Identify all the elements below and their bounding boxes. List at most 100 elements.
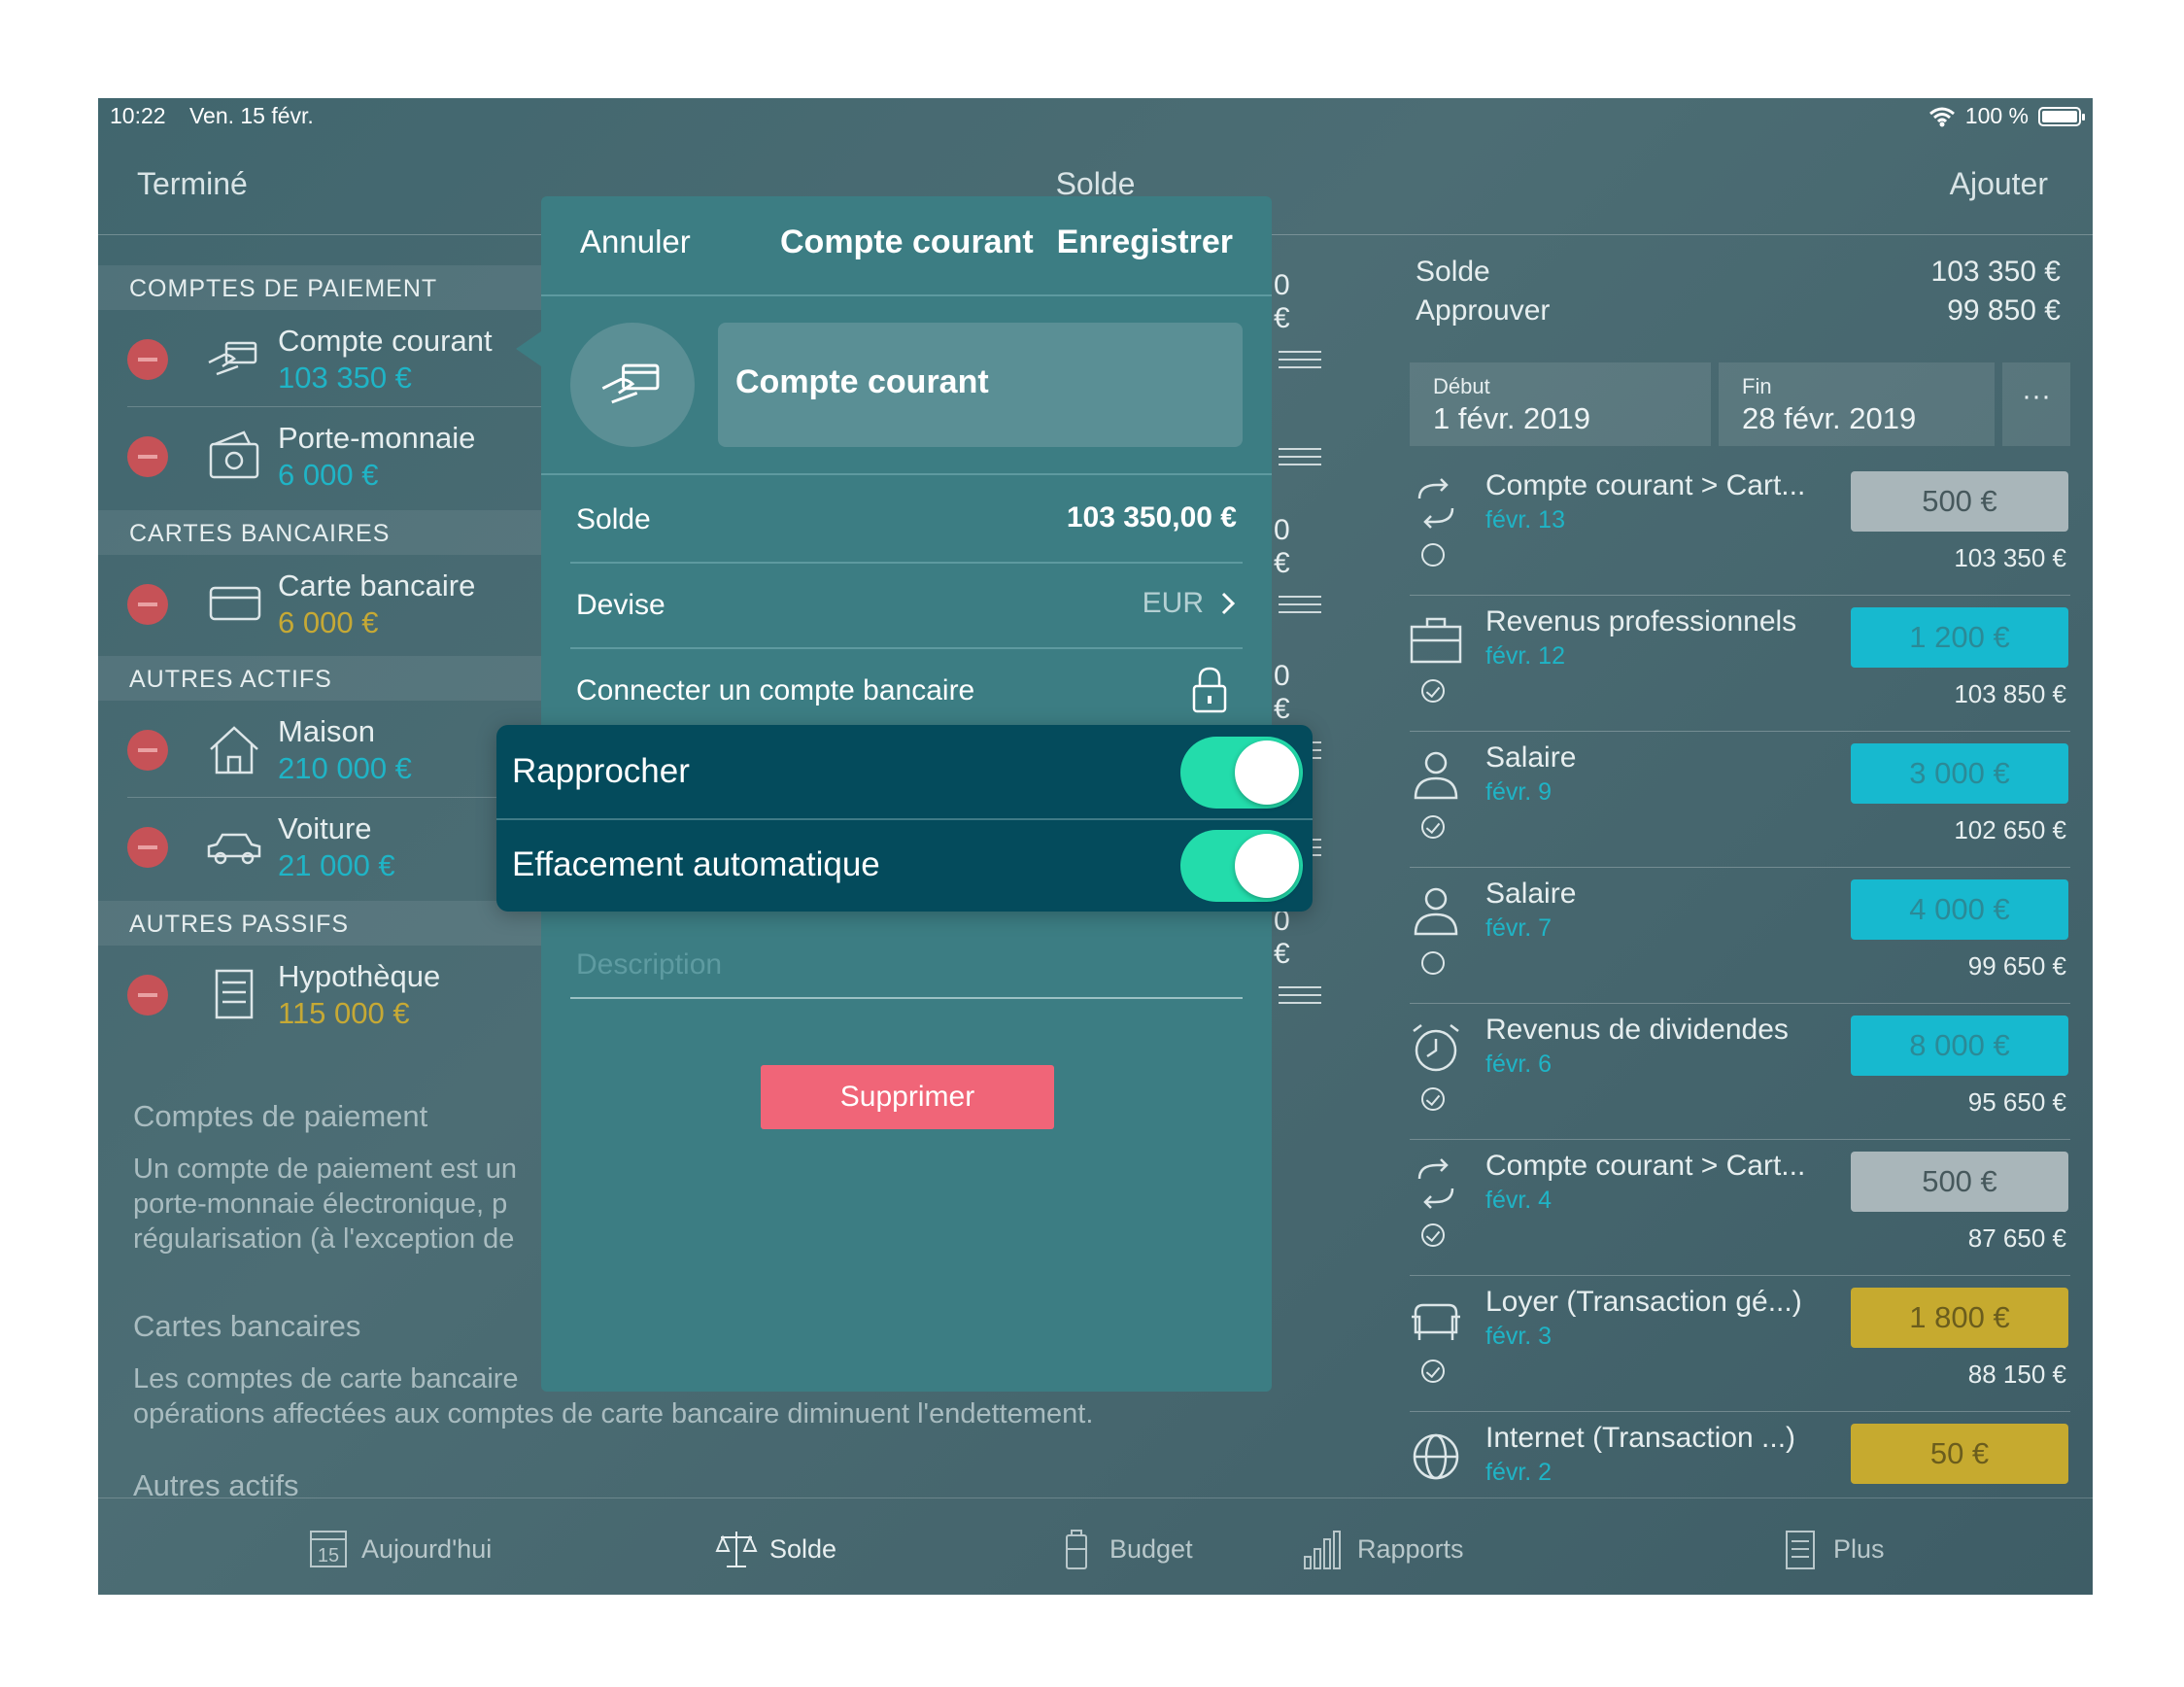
cancel-button[interactable]: Annuler	[580, 224, 691, 260]
transaction-row[interactable]: Revenus professionnels févr. 12 1 200 € 103…	[1410, 596, 2070, 732]
delete-account-button[interactable]	[127, 339, 168, 380]
solde-row[interactable]: Solde 103 350,00 €	[570, 476, 1243, 564]
reconcile-toggle[interactable]	[1180, 737, 1303, 809]
add-button[interactable]: Ajouter	[1950, 166, 2048, 202]
delete-account-button[interactable]	[127, 584, 168, 625]
section-total: 0 €	[1274, 660, 1290, 725]
account-name: Hypothèque	[278, 959, 441, 993]
approve-checkbox[interactable]	[1421, 951, 1445, 975]
running-balance: 99 650 €	[1967, 951, 2066, 981]
account-name-input[interactable]: Compte courant	[718, 323, 1243, 447]
approve-checkbox[interactable]	[1421, 679, 1445, 703]
transaction-row[interactable]: Revenus de dividendes févr. 6 8 000 € 95 65…	[1410, 1004, 2070, 1140]
transaction-name: Salaire	[1485, 878, 1577, 910]
delete-account-button[interactable]	[127, 827, 168, 868]
transaction-name: Revenus de dividendes	[1485, 1014, 1789, 1046]
battery-jar-icon	[1066, 1530, 1087, 1569]
transaction-date: févr. 12	[1485, 642, 1565, 670]
section-total: 0 €	[1274, 269, 1290, 334]
end-date-button[interactable]: Fin 28 févr. 2019	[1719, 362, 1995, 446]
status-bar: 10:22 Ven. 15 févr. 100 %	[98, 98, 2093, 143]
credit-card-icon	[209, 586, 261, 621]
delete-account-button[interactable]	[127, 975, 168, 1016]
tab-budget[interactable]: Budget	[1055, 1528, 1193, 1570]
account-name: Carte bancaire	[278, 568, 476, 602]
connect-bank-label: Connecter un compte bancaire	[576, 674, 975, 706]
devise-row[interactable]: Devise EUR	[570, 562, 1243, 649]
house-icon	[210, 726, 258, 775]
status-date: Ven. 15 févr.	[188, 103, 314, 128]
approve-checkbox[interactable]	[1421, 815, 1445, 839]
transaction-amount: 3 000 €	[1851, 743, 2068, 804]
approve-checkbox[interactable]	[1421, 1223, 1445, 1247]
summary-label: Approuver	[1416, 294, 1551, 327]
transaction-name: Loyer (Transaction gé...)	[1485, 1286, 1802, 1318]
wallet-icon	[209, 430, 259, 479]
account-amount: 6 000 €	[278, 458, 379, 492]
transaction-row[interactable]: Salaire févr. 9 3 000 € 102 650 €	[1410, 732, 2070, 868]
transaction-date: févr. 2	[1485, 1459, 1553, 1486]
card-hand-icon	[601, 363, 660, 404]
date-range: Début 1 févr. 2019 Fin 28 févr. 2019 ···	[1410, 362, 2070, 446]
approve-checkbox[interactable]	[1421, 1087, 1445, 1111]
reorder-handle[interactable]	[1279, 351, 1321, 368]
reorder-handle[interactable]	[1279, 986, 1321, 1004]
reorder-handle[interactable]	[1279, 448, 1321, 465]
transaction-row[interactable]: Salaire févr. 7 4 000 € 99 650 €	[1410, 868, 2070, 1004]
devise-value: EUR	[1142, 587, 1204, 619]
transaction-row[interactable]: Loyer (Transaction gé...) févr. 3 1 800 € 8…	[1410, 1276, 2070, 1412]
balance-scale-icon	[715, 1532, 758, 1567]
end-date-value: 28 févr. 2019	[1742, 401, 1917, 435]
battery-percent: 100 %	[1964, 103, 2029, 128]
tab-solde[interactable]: Solde	[715, 1528, 836, 1570]
summary-value: 99 850 €	[1947, 294, 2061, 327]
approve-checkbox[interactable]	[1421, 1360, 1445, 1383]
tab-today[interactable]: 15 Aujourd'hui	[307, 1528, 492, 1570]
transaction-amount: 500 €	[1851, 471, 2068, 532]
transaction-name: Salaire	[1485, 741, 1577, 774]
popover-title: Compte courant	[780, 224, 1034, 260]
devise-label: Devise	[576, 589, 665, 621]
save-button[interactable]: Enregistrer	[1057, 224, 1233, 261]
card-hand-icon	[208, 341, 257, 376]
tab-more[interactable]: Plus	[1779, 1528, 1885, 1570]
transaction-row[interactable]: Compte courant > Cart... févr. 13 500 € 103…	[1410, 460, 2070, 596]
connect-bank-row[interactable]: Connecter un compte bancaire	[570, 647, 1243, 733]
transactions-pane: Solde 103 350 € Approuver 99 850 € Début…	[1410, 244, 2070, 1507]
transfer-icon	[1417, 1158, 1454, 1209]
transaction-amount: 1 800 €	[1851, 1288, 2068, 1348]
tab-label: Rapports	[1357, 1533, 1464, 1564]
transfer-icon	[1417, 478, 1454, 529]
section-total: 0 €	[1274, 905, 1290, 970]
delete-account-button[interactable]	[127, 730, 168, 771]
reconcile-label: Rapprocher	[512, 752, 690, 790]
done-button[interactable]: Terminé	[137, 166, 248, 202]
delete-button[interactable]: Supprimer	[761, 1065, 1054, 1129]
transaction-row[interactable]: Compte courant > Cart... févr. 4 500 € 87 6…	[1410, 1140, 2070, 1276]
running-balance: 103 850 €	[1954, 679, 2066, 708]
car-icon	[207, 833, 261, 865]
tab-reports[interactable]: Rapports	[1303, 1528, 1464, 1570]
start-date-button[interactable]: Début 1 févr. 2019	[1410, 362, 1711, 446]
status-time: 10:22	[110, 103, 166, 128]
account-icon-picker[interactable]	[570, 323, 695, 447]
popover-arrow	[516, 331, 541, 366]
transaction-amount: 8 000 €	[1851, 1016, 2068, 1076]
tab-label: Budget	[1109, 1533, 1193, 1564]
approve-checkbox[interactable]	[1421, 543, 1445, 567]
description-input[interactable]: Description	[570, 931, 1243, 999]
more-button[interactable]: ···	[2002, 362, 2070, 446]
delete-account-button[interactable]	[127, 436, 168, 477]
reorder-handle[interactable]	[1279, 596, 1321, 613]
transaction-date: févr. 13	[1485, 506, 1565, 534]
running-balance: 88 150 €	[1967, 1360, 2066, 1389]
running-balance: 95 650 €	[1967, 1087, 2066, 1117]
section-total: 0 €	[1274, 514, 1290, 579]
auto-clear-toggle[interactable]	[1180, 830, 1303, 902]
transaction-amount: 500 €	[1851, 1152, 2068, 1212]
running-balance: 87 650 €	[1967, 1223, 2066, 1253]
auto-clear-row: Effacement automatique	[496, 818, 1313, 912]
account-amount: 103 350 €	[278, 361, 412, 395]
start-date-value: 1 févr. 2019	[1433, 401, 1591, 435]
start-date-label: Début	[1433, 374, 1490, 398]
